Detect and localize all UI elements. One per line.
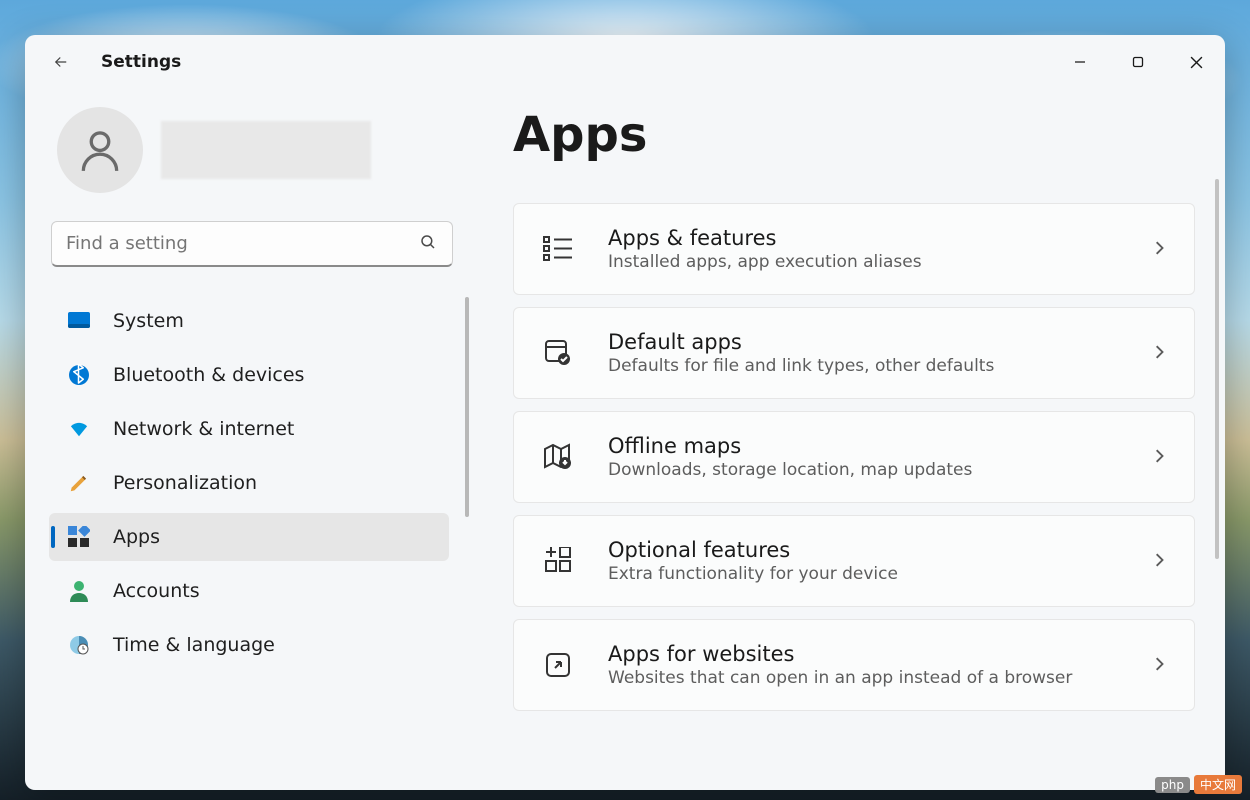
- nav-item-personalization[interactable]: Personalization: [49, 459, 449, 507]
- card-default-apps[interactable]: Default apps Defaults for file and link …: [513, 307, 1195, 399]
- card-offline-maps[interactable]: Offline maps Downloads, storage location…: [513, 411, 1195, 503]
- nav-item-network[interactable]: Network & internet: [49, 405, 449, 453]
- watermark-left: php: [1155, 777, 1190, 793]
- card-title: Default apps: [608, 330, 1152, 354]
- card-title: Apps for websites: [608, 642, 1152, 666]
- open-external-icon: [540, 647, 576, 683]
- list-icon: [540, 231, 576, 267]
- card-subtitle: Extra functionality for your device: [608, 564, 1152, 584]
- nav-label: Apps: [113, 526, 160, 548]
- bluetooth-icon: [67, 363, 91, 387]
- card-title: Offline maps: [608, 434, 1152, 458]
- chevron-right-icon: [1152, 552, 1166, 571]
- back-button[interactable]: [43, 44, 79, 80]
- apps-icon: [67, 525, 91, 549]
- chevron-right-icon: [1152, 656, 1166, 675]
- minimize-icon: [1074, 56, 1086, 68]
- maximize-icon: [1132, 56, 1144, 68]
- search-input[interactable]: [51, 221, 453, 267]
- page-title: Apps: [513, 107, 1195, 163]
- chevron-right-icon: [1152, 448, 1166, 467]
- card-apps-websites[interactable]: Apps for websites Websites that can open…: [513, 619, 1195, 711]
- display-icon: [67, 309, 91, 333]
- sidebar: System Bluetooth & devices Network & int…: [25, 89, 487, 790]
- search-container: [51, 221, 453, 267]
- window-controls: [1051, 42, 1225, 82]
- window-title: Settings: [101, 52, 181, 72]
- nav-item-apps[interactable]: Apps: [49, 513, 449, 561]
- wifi-icon: [67, 417, 91, 441]
- nav-item-bluetooth[interactable]: Bluetooth & devices: [49, 351, 449, 399]
- minimize-button[interactable]: [1051, 42, 1109, 82]
- card-subtitle: Installed apps, app execution aliases: [608, 252, 1152, 272]
- maximize-button[interactable]: [1109, 42, 1167, 82]
- paintbrush-icon: [67, 471, 91, 495]
- main-panel: Apps Apps & features Installed apps, app…: [487, 89, 1225, 790]
- chevron-right-icon: [1152, 344, 1166, 363]
- chevron-right-icon: [1152, 240, 1166, 259]
- nav-label: Personalization: [113, 472, 257, 494]
- nav-list: System Bluetooth & devices Network & int…: [49, 297, 477, 669]
- sidebar-scrollbar[interactable]: [465, 297, 469, 517]
- nav-item-system[interactable]: System: [49, 297, 449, 345]
- user-name-redacted: [161, 121, 371, 179]
- avatar: [57, 107, 143, 193]
- grid-plus-icon: [540, 543, 576, 579]
- card-subtitle: Downloads, storage location, map updates: [608, 460, 1152, 480]
- clock-globe-icon: [67, 633, 91, 657]
- default-apps-icon: [540, 335, 576, 371]
- arrow-left-icon: [52, 53, 70, 71]
- user-profile[interactable]: [57, 107, 477, 193]
- nav-label: Accounts: [113, 580, 200, 602]
- watermark: php 中文网: [1155, 775, 1242, 794]
- account-icon: [67, 579, 91, 603]
- nav-label: Time & language: [113, 634, 275, 656]
- card-title: Apps & features: [608, 226, 1152, 250]
- watermark-right: 中文网: [1194, 775, 1242, 794]
- main-scrollbar[interactable]: [1215, 179, 1219, 559]
- nav-item-accounts[interactable]: Accounts: [49, 567, 449, 615]
- nav-item-time[interactable]: Time & language: [49, 621, 449, 669]
- nav-label: System: [113, 310, 184, 332]
- close-icon: [1190, 56, 1203, 69]
- settings-window: Settings: [25, 35, 1225, 790]
- card-apps-features[interactable]: Apps & features Installed apps, app exec…: [513, 203, 1195, 295]
- card-title: Optional features: [608, 538, 1152, 562]
- search-icon: [419, 233, 437, 255]
- nav-label: Bluetooth & devices: [113, 364, 304, 386]
- map-icon: [540, 439, 576, 475]
- titlebar: Settings: [25, 35, 1225, 89]
- close-button[interactable]: [1167, 42, 1225, 82]
- card-optional-features[interactable]: Optional features Extra functionality fo…: [513, 515, 1195, 607]
- content-row: System Bluetooth & devices Network & int…: [25, 89, 1225, 790]
- person-icon: [75, 125, 125, 175]
- card-subtitle: Defaults for file and link types, other …: [608, 356, 1152, 376]
- card-subtitle: Websites that can open in an app instead…: [608, 668, 1152, 688]
- nav-label: Network & internet: [113, 418, 294, 440]
